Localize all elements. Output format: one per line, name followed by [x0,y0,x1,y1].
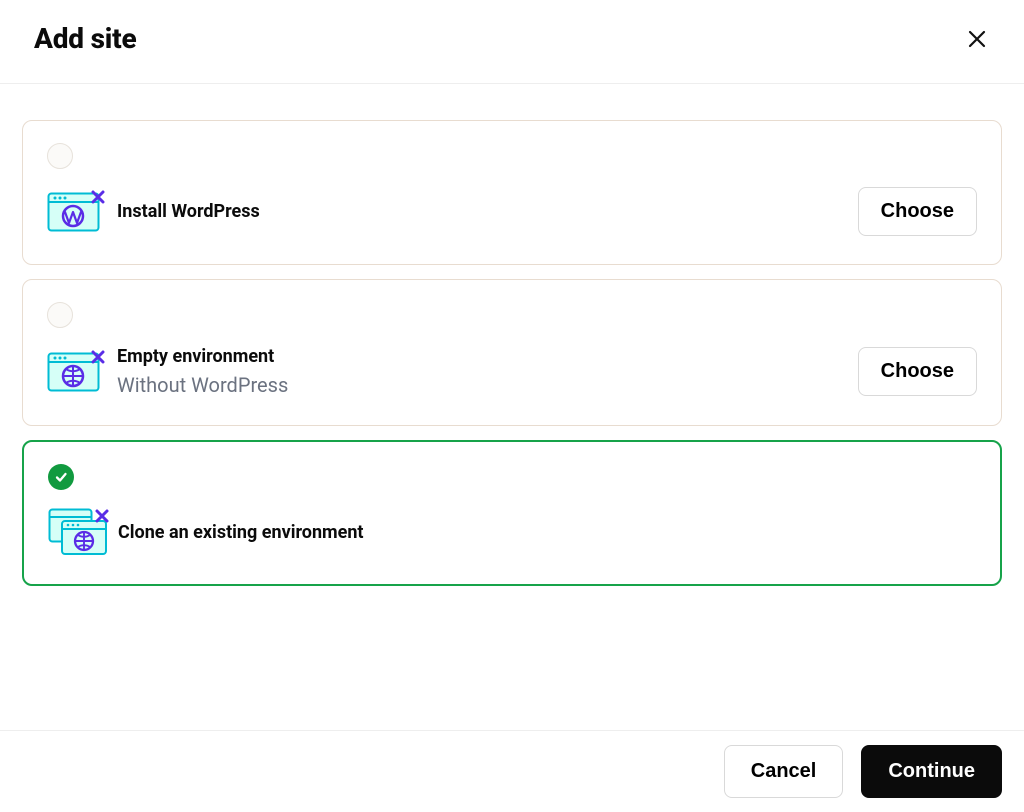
option-install-wordpress[interactable]: Install WordPress Choose [22,120,1002,265]
option-subtitle: Without WordPress [117,373,858,397]
wordpress-window-icon [47,190,117,234]
radio-checked-icon[interactable] [48,464,74,490]
clone-windows-icon [48,508,118,556]
cancel-button[interactable]: Cancel [724,745,844,798]
continue-button[interactable]: Continue [861,745,1002,798]
choose-button[interactable]: Choose [858,347,977,396]
option-radio-row [47,143,977,169]
dialog-title: Add site [34,22,136,55]
radio-unchecked-icon[interactable] [47,143,73,169]
option-title: Empty environment [117,346,858,367]
close-icon [968,30,986,48]
globe-window-icon [47,350,117,394]
close-button[interactable] [962,24,992,54]
option-radio-row [48,464,976,490]
option-title: Install WordPress [117,201,858,222]
option-empty-environment[interactable]: Empty environment Without WordPress Choo… [22,279,1002,426]
dialog-header: Add site [0,0,1024,84]
choose-button[interactable]: Choose [858,187,977,236]
radio-unchecked-icon[interactable] [47,302,73,328]
options-container: Install WordPress Choose [0,84,1024,586]
dialog-footer: Cancel Continue [0,730,1024,812]
option-clone-environment[interactable]: Clone an existing environment [22,440,1002,586]
option-radio-row [47,302,977,328]
option-title: Clone an existing environment [118,522,976,543]
